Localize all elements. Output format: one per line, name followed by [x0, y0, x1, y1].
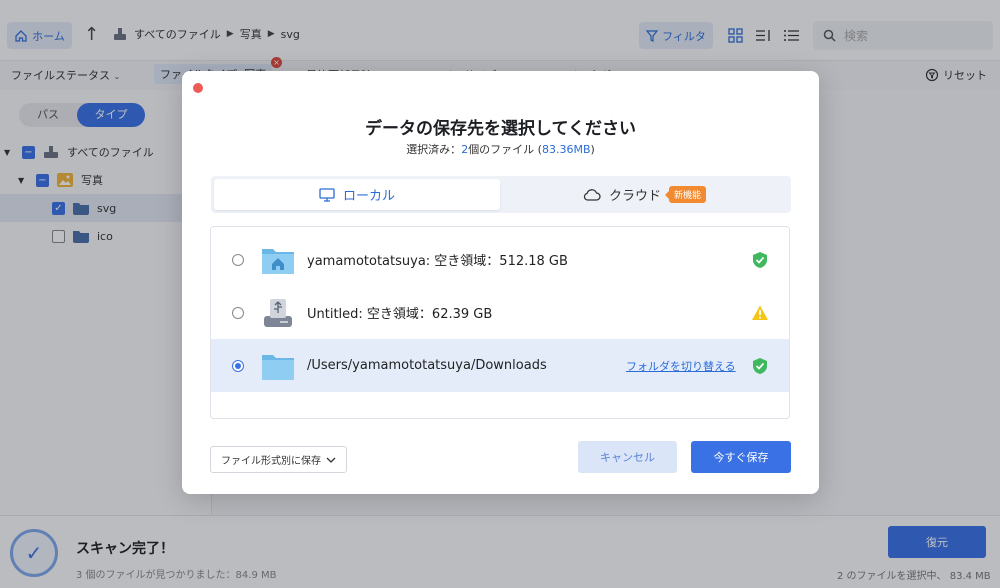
- shield-check-icon: [753, 357, 767, 374]
- tab-cloud[interactable]: クラウド 新機能: [501, 179, 788, 210]
- warning-icon: [752, 305, 768, 320]
- location-list: yamamototatsuya: 空き領域：512.18 GB Untitled…: [210, 226, 790, 419]
- tab-local[interactable]: ローカル: [214, 179, 500, 210]
- folder-icon: [262, 354, 294, 380]
- location-label: yamamototatsuya: 空き領域：512.18 GB: [307, 254, 568, 269]
- location-label: /Users/yamamototatsuya/Downloads: [307, 358, 547, 373]
- save-now-button[interactable]: 今すぐ保存: [691, 441, 791, 473]
- location-label: Untitled: 空き領域：62.39 GB: [307, 307, 493, 322]
- new-feature-badge: 新機能: [664, 186, 707, 203]
- shield-check-icon: [753, 251, 767, 268]
- tab-local-label: ローカル: [342, 189, 395, 204]
- cancel-button[interactable]: キャンセル: [578, 441, 677, 473]
- radio-button[interactable]: [232, 306, 244, 319]
- save-format-value: ファイル形式別に保存: [221, 456, 321, 467]
- switch-folder-link[interactable]: フォルダを切り替える: [626, 358, 736, 374]
- monitor-icon: [319, 187, 335, 202]
- tab-cloud-label: クラウド: [608, 189, 661, 204]
- close-dialog-button[interactable]: [193, 83, 203, 93]
- location-row-usb[interactable]: Untitled: 空き領域：62.39 GB: [211, 286, 789, 339]
- selected-size: 83.36MB: [541, 143, 591, 156]
- radio-button-selected[interactable]: [232, 359, 244, 372]
- dialog-subtitle: 選択済み：2個のファイル (83.36MB): [406, 143, 595, 156]
- dialog-title: データの保存先を選択してください: [365, 119, 636, 139]
- location-row-home[interactable]: yamamototatsuya: 空き領域：512.18 GB: [211, 233, 789, 286]
- usb-drive-icon: [264, 298, 292, 327]
- location-row-downloads[interactable]: /Users/yamamototatsuya/Downloads フォルダを切り…: [211, 339, 789, 392]
- radio-button[interactable]: [232, 253, 244, 266]
- chevron-down-icon: [326, 457, 336, 463]
- cloud-icon: [583, 189, 601, 201]
- home-folder-icon: [262, 248, 294, 274]
- destination-tabs: ローカル クラウド 新機能: [211, 176, 791, 213]
- save-location-dialog: データの保存先を選択してください 選択済み：2個のファイル (83.36MB) …: [182, 71, 819, 494]
- save-format-dropdown[interactable]: ファイル形式別に保存: [210, 446, 347, 473]
